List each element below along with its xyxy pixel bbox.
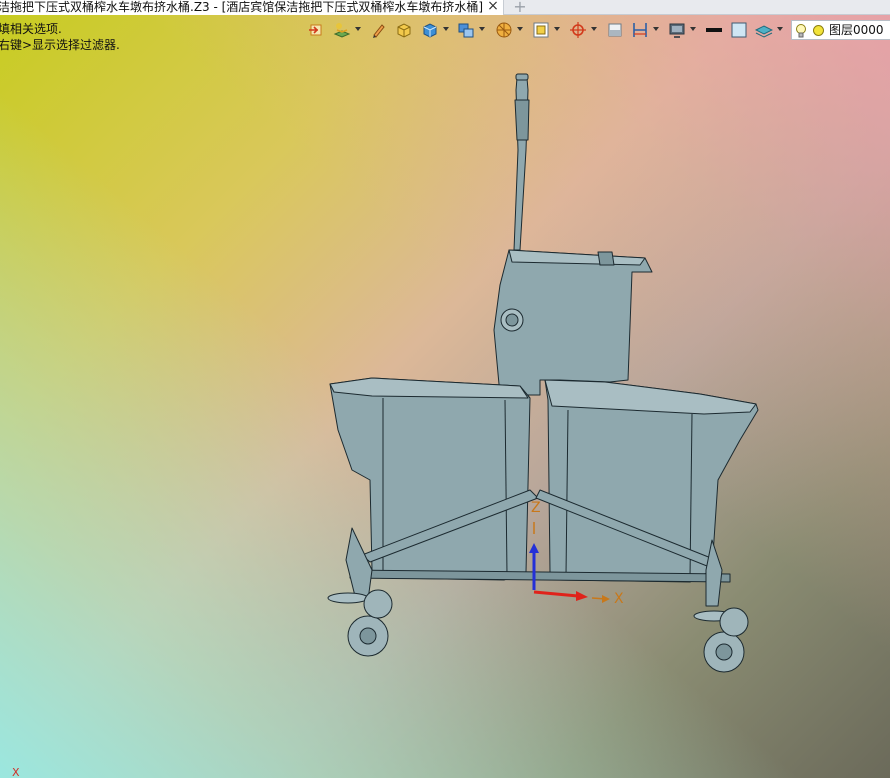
dimension-dropdown-icon[interactable] xyxy=(653,27,659,31)
shaded-box-icon[interactable] xyxy=(395,21,413,39)
mop-bucket-model[interactable] xyxy=(0,0,890,778)
line-width-icon[interactable] xyxy=(705,21,723,39)
exit-sketch-icon[interactable] xyxy=(308,21,326,39)
render-mode-icon[interactable] xyxy=(495,21,513,39)
layer-manager-icon[interactable] xyxy=(333,21,351,39)
render-mode-dropdown-icon[interactable] xyxy=(517,27,523,31)
monitor-icon[interactable] xyxy=(668,21,686,39)
monitor-dropdown-icon[interactable] xyxy=(690,27,696,31)
layer-name: 图层0000 xyxy=(829,23,884,37)
prompt-line-2: 右键>显示选择过滤器. xyxy=(0,38,120,52)
layer-visibility-icon[interactable] xyxy=(755,21,773,39)
view-fit-dropdown-icon[interactable] xyxy=(554,27,560,31)
color-fill-icon[interactable] xyxy=(730,21,748,39)
view-toolbar xyxy=(306,19,786,41)
view-cube-dropdown-icon[interactable] xyxy=(443,27,449,31)
handle-grip xyxy=(515,73,529,81)
lightbulb-icon[interactable] xyxy=(795,23,807,39)
display-mode-dropdown-icon[interactable] xyxy=(479,27,485,31)
pencil-icon[interactable] xyxy=(370,21,388,39)
prompt-line-1: 填相关选项. xyxy=(0,22,62,36)
section-view-icon[interactable] xyxy=(606,21,624,39)
layer-visibility-dropdown-icon[interactable] xyxy=(777,27,783,31)
dimension-icon[interactable] xyxy=(631,21,649,39)
layer-color-swatch xyxy=(813,25,824,36)
view-cube-icon[interactable] xyxy=(421,21,439,39)
layer-manager-dropdown-icon[interactable] xyxy=(355,27,361,31)
cad-window: 洁拖把下压式双桶榨水车墩布挤水桶.Z3 - [酒店宾馆保洁拖把下压式双桶榨水车墩… xyxy=(0,0,890,778)
snap-target-dropdown-icon[interactable] xyxy=(591,27,597,31)
z-axis-label: Z xyxy=(531,500,541,516)
corner-x-axis-label: X xyxy=(12,766,20,778)
view-fit-icon[interactable] xyxy=(532,21,550,39)
frame-leg-left xyxy=(345,527,373,601)
current-layer-selector[interactable]: 图层0000 xyxy=(791,20,890,40)
snap-target-icon[interactable] xyxy=(569,21,587,39)
display-mode-icon[interactable] xyxy=(457,21,475,39)
x-axis-label: X xyxy=(614,591,624,607)
